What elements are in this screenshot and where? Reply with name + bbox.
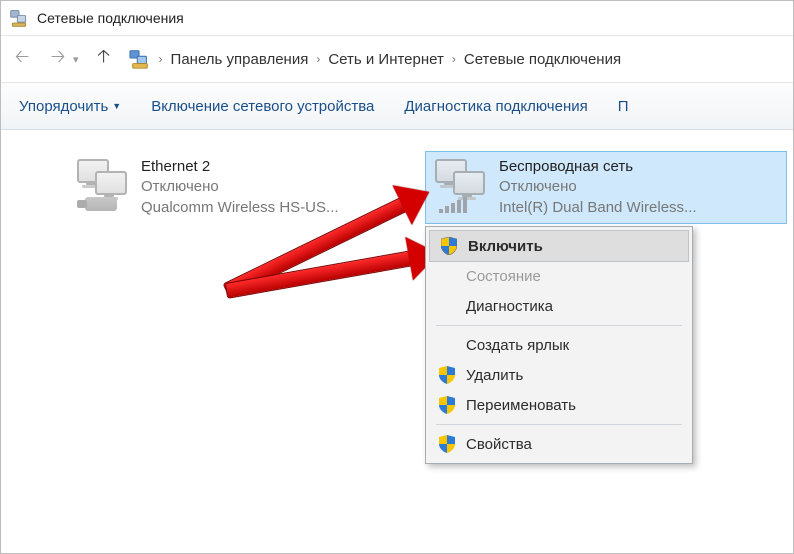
shield-icon xyxy=(438,366,456,384)
breadcrumb[interactable]: › Панель управления › Сеть и Интернет › … xyxy=(129,48,622,70)
toolbar-organize-label: Упорядочить xyxy=(19,98,108,115)
toolbar-enable-device[interactable]: Включение сетевого устройства xyxy=(151,98,374,115)
menu-status-label: Состояние xyxy=(466,268,541,285)
menu-create-shortcut[interactable]: Создать ярлык xyxy=(428,330,690,360)
toolbar-diagnose[interactable]: Диагностика подключения xyxy=(404,98,587,115)
ethernet-adapter-icon xyxy=(73,157,133,213)
shield-icon xyxy=(440,237,458,255)
chevron-right-icon[interactable]: › xyxy=(452,52,456,66)
menu-enable-label: Включить xyxy=(468,238,543,255)
toolbar-organize[interactable]: Упорядочить ▼ xyxy=(19,98,121,115)
adapter-device: Qualcomm Wireless HS-US... xyxy=(141,198,339,218)
menu-delete[interactable]: Удалить xyxy=(428,360,690,390)
nav-back-button[interactable]: 🡠 xyxy=(11,44,33,74)
shield-icon xyxy=(438,396,456,414)
menu-properties[interactable]: Свойства xyxy=(428,429,690,459)
menu-enable[interactable]: Включить xyxy=(429,230,689,262)
menu-status: Состояние xyxy=(428,261,690,291)
adapter-status: Отключено xyxy=(141,177,339,197)
menu-separator xyxy=(436,424,682,425)
chevron-right-icon[interactable]: › xyxy=(316,52,320,66)
shield-icon xyxy=(438,435,456,453)
menu-diagnose[interactable]: Диагностика xyxy=(428,291,690,321)
menu-separator xyxy=(436,325,682,326)
chevron-down-icon: ▼ xyxy=(112,101,121,111)
titlebar: Сетевые подключения xyxy=(1,1,793,36)
menu-diagnose-label: Диагностика xyxy=(466,298,553,315)
chevron-right-icon[interactable]: › xyxy=(159,52,163,66)
adapter-device: Intel(R) Dual Band Wireless... xyxy=(499,198,697,218)
toolbar: Упорядочить ▼ Включение сетевого устройс… xyxy=(1,83,793,130)
menu-rename-label: Переименовать xyxy=(466,397,576,414)
menu-delete-label: Удалить xyxy=(466,367,523,384)
breadcrumb-network-connections[interactable]: Сетевые подключения xyxy=(464,51,621,68)
adapter-name: Ethernet 2 xyxy=(141,157,339,177)
blank-icon xyxy=(438,297,456,315)
nav-history-dropdown[interactable]: ▾ xyxy=(73,53,79,66)
adapter-name: Беспроводная сеть xyxy=(499,157,697,177)
blank-icon xyxy=(438,267,456,285)
nav-up-button[interactable]: 🡡 xyxy=(93,44,115,74)
menu-create-shortcut-label: Создать ярлык xyxy=(466,337,569,354)
context-menu: Включить Состояние Диагностика Создать я… xyxy=(425,226,693,464)
menu-rename[interactable]: Переименовать xyxy=(428,390,690,420)
adapter-wireless[interactable]: Беспроводная сеть Отключено Intel(R) Dua… xyxy=(425,151,787,224)
control-panel-icon xyxy=(129,48,151,70)
blank-icon xyxy=(438,336,456,354)
window-title: Сетевые подключения xyxy=(37,10,184,26)
breadcrumb-network-internet[interactable]: Сеть и Интернет xyxy=(328,51,444,68)
menu-properties-label: Свойства xyxy=(466,436,532,453)
wireless-adapter-icon xyxy=(431,157,491,213)
adapter-status: Отключено xyxy=(499,177,697,197)
network-connections-icon xyxy=(9,8,29,28)
network-connections-window: Сетевые подключения 🡠 🡢 ▾ 🡡 › Панель упр… xyxy=(0,0,794,554)
navbar: 🡠 🡢 ▾ 🡡 › Панель управления › Сеть и Инт… xyxy=(1,36,793,83)
nav-forward-button: 🡢 xyxy=(47,44,69,74)
breadcrumb-control-panel[interactable]: Панель управления xyxy=(171,51,309,68)
toolbar-overflow[interactable]: П xyxy=(618,98,629,115)
